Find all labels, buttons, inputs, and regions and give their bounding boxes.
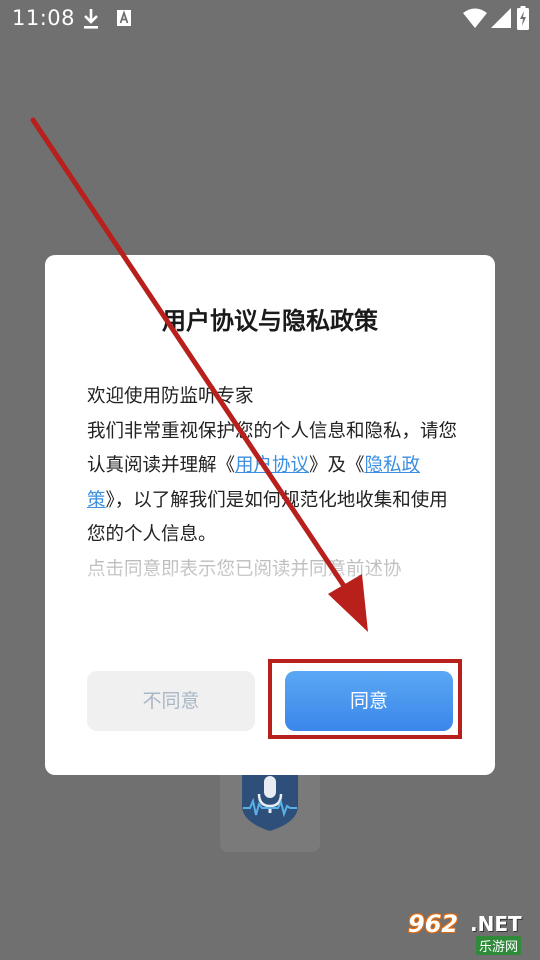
annotation-arrow [30, 117, 368, 632]
screen: 11:08 用户协议与隐私政策 欢迎使用防监听专家 我们非常重视保护您的个人信息… [0, 0, 540, 960]
watermark-logo: 962 .NET 乐游网 [400, 908, 536, 956]
watermark-suffix: .NET [470, 912, 522, 936]
watermark-number: 962 [408, 910, 459, 938]
watermark-site-name: 乐游网 [476, 936, 522, 955]
